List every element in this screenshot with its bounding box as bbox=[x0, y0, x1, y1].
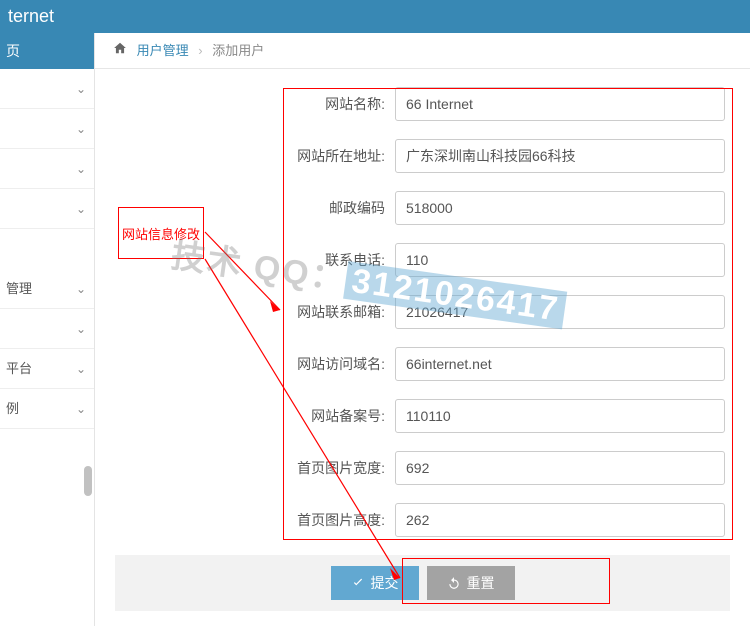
scrollbar-thumb[interactable] bbox=[84, 466, 92, 496]
chevron-down-icon: ⌄ bbox=[76, 349, 86, 389]
chevron-down-icon: ⌄ bbox=[76, 189, 86, 229]
label-email: 网站联系邮箱: bbox=[115, 302, 395, 322]
chevron-down-icon: ⌄ bbox=[76, 109, 86, 149]
chevron-down-icon: ⌄ bbox=[76, 269, 86, 309]
app-title: ternet bbox=[8, 6, 54, 26]
label-img-w: 首页图片宽度: bbox=[115, 458, 395, 478]
chevron-down-icon: ⌄ bbox=[76, 69, 86, 109]
sidebar-tab-home[interactable]: 页 bbox=[0, 33, 94, 69]
input-phone[interactable] bbox=[395, 243, 725, 277]
submit-button[interactable]: 提交 bbox=[331, 566, 419, 600]
label-phone: 联系电话: bbox=[115, 250, 395, 270]
top-bar: ternet bbox=[0, 0, 750, 33]
refresh-icon bbox=[447, 576, 461, 590]
input-site-addr[interactable] bbox=[395, 139, 725, 173]
sidebar-item-7[interactable]: 例⌄ bbox=[0, 389, 94, 429]
input-img-w[interactable] bbox=[395, 451, 725, 485]
label-site-name: 网站名称: bbox=[115, 94, 395, 114]
reset-button[interactable]: 重置 bbox=[427, 566, 515, 600]
sidebar-item-2[interactable]: ⌄ bbox=[0, 149, 94, 189]
label-domain: 网站访问域名: bbox=[115, 354, 395, 374]
breadcrumb-current: 添加用户 bbox=[212, 43, 264, 58]
label-icp: 网站备案号: bbox=[115, 406, 395, 426]
input-domain[interactable] bbox=[395, 347, 725, 381]
sidebar-item-3[interactable]: ⌄ bbox=[0, 189, 94, 229]
check-icon bbox=[351, 576, 365, 590]
sidebar-item-4[interactable]: 管理⌄ bbox=[0, 269, 94, 309]
input-img-h[interactable] bbox=[395, 503, 725, 537]
label-site-addr: 网站所在地址: bbox=[115, 146, 395, 166]
home-icon bbox=[113, 43, 131, 58]
chevron-right-icon: › bbox=[198, 43, 202, 58]
input-site-name[interactable] bbox=[395, 87, 725, 121]
sidebar-item-6[interactable]: 平台⌄ bbox=[0, 349, 94, 389]
label-img-h: 首页图片高度: bbox=[115, 510, 395, 530]
input-postcode[interactable] bbox=[395, 191, 725, 225]
chevron-down-icon: ⌄ bbox=[76, 149, 86, 189]
label-postcode: 邮政编码 bbox=[115, 198, 395, 218]
input-icp[interactable] bbox=[395, 399, 725, 433]
sidebar-item-5[interactable]: ⌄ bbox=[0, 309, 94, 349]
breadcrumb: 用户管理 › 添加用户 bbox=[95, 33, 750, 69]
breadcrumb-link-user-manage[interactable]: 用户管理 bbox=[137, 43, 189, 58]
input-email[interactable] bbox=[395, 295, 725, 329]
sidebar-item-1[interactable]: ⌄ bbox=[0, 109, 94, 149]
chevron-down-icon: ⌄ bbox=[76, 389, 86, 429]
chevron-down-icon: ⌄ bbox=[76, 309, 86, 349]
sidebar-item-0[interactable]: ⌄ bbox=[0, 69, 94, 109]
button-bar: 提交 重置 bbox=[115, 555, 730, 611]
sidebar: 页 ⌄ ⌄ ⌄ ⌄ 管理⌄ ⌄ 平台⌄ 例⌄ bbox=[0, 33, 95, 626]
